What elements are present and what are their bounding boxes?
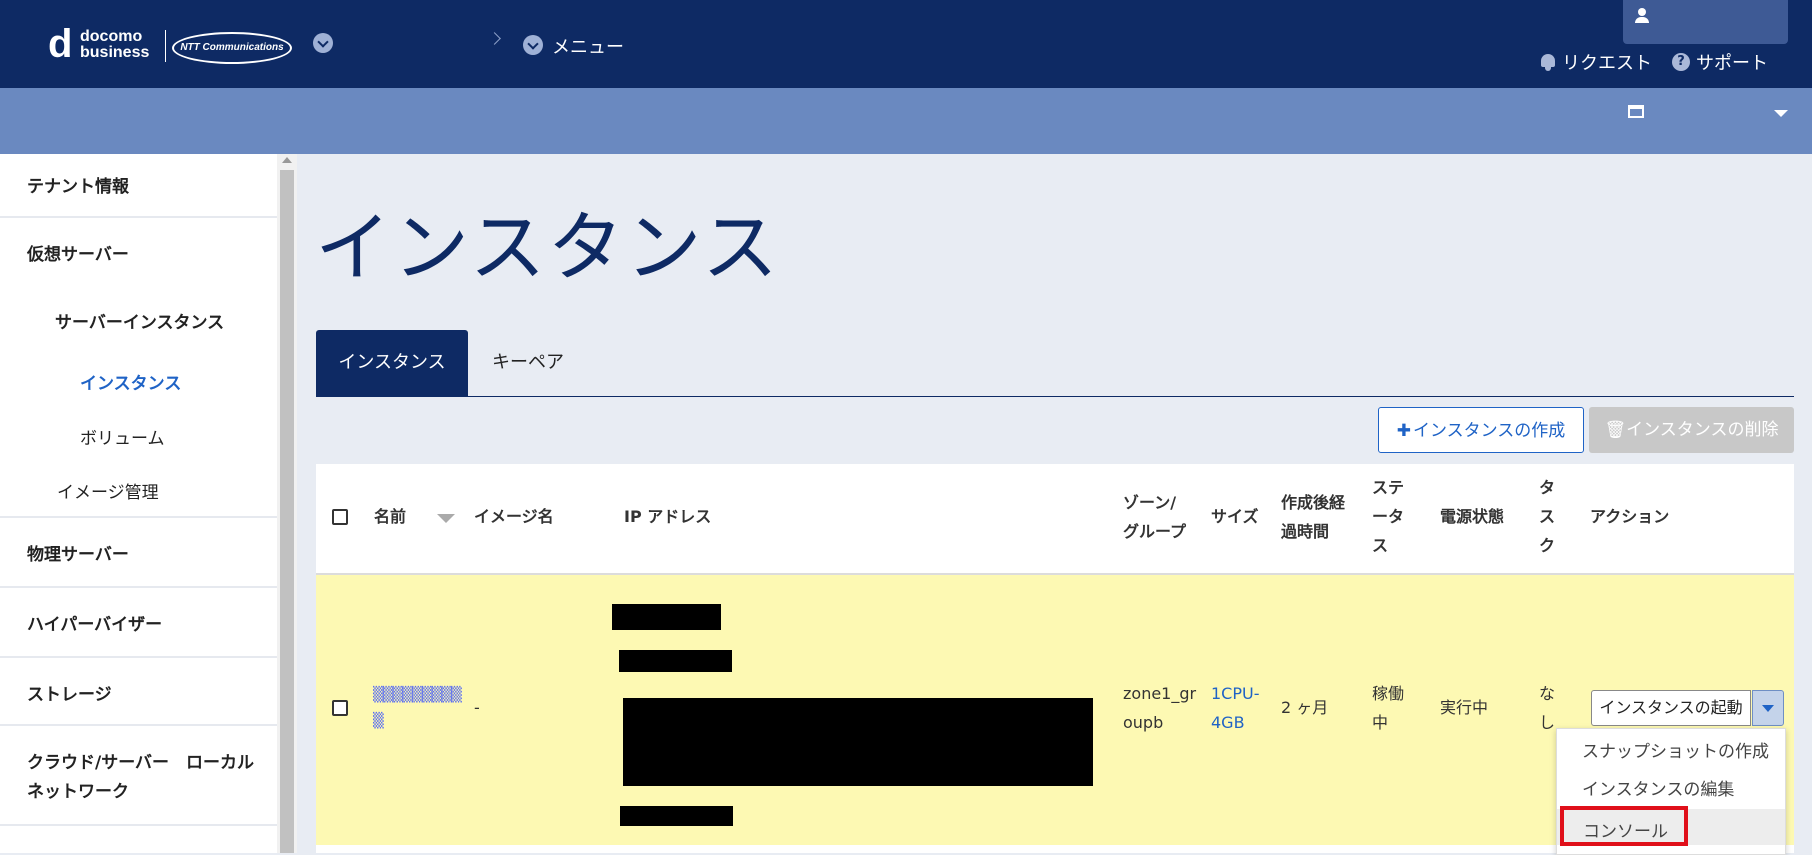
logo-divider bbox=[165, 30, 166, 62]
sidebar-item-cloud-local-network[interactable]: クラウド/サーバー ローカル ネットワーク bbox=[0, 726, 277, 824]
column-header-task-line3[interactable]: ク bbox=[1539, 531, 1555, 561]
cell-task-line1: な bbox=[1539, 684, 1556, 703]
cell-zone-line2: oupb bbox=[1123, 713, 1164, 732]
sidebar-item-instance[interactable]: インスタンス bbox=[0, 344, 277, 398]
column-header-name[interactable]: 名前 bbox=[374, 502, 406, 532]
sidebar-divider bbox=[0, 824, 277, 826]
menu-item-label: スナップショットの作成 bbox=[1582, 742, 1769, 762]
help-icon: ? bbox=[1672, 53, 1690, 71]
sidebar-item-hypervisor[interactable]: ハイパーバイザー bbox=[0, 588, 277, 654]
sidebar-item-label: 仮想サーバー bbox=[27, 245, 129, 265]
request-label: リクエスト bbox=[1562, 53, 1652, 74]
cell-status-line1: 稼働 bbox=[1372, 684, 1405, 703]
sort-down-icon[interactable] bbox=[437, 514, 455, 523]
top-navigation-bar: d docomo business NTT Communications メニュ… bbox=[0, 0, 1812, 88]
bell-icon bbox=[1540, 53, 1556, 71]
support-label: サポート bbox=[1696, 53, 1768, 74]
sidebar-item-label: サーバーインスタンス bbox=[55, 313, 225, 333]
sidebar-scroll-thumb[interactable] bbox=[280, 170, 294, 853]
sidebar-item-label: ネットワーク bbox=[27, 782, 129, 802]
column-header-zone-line2[interactable]: グループ bbox=[1123, 517, 1186, 547]
column-header-elapsed-line2[interactable]: 過時間 bbox=[1281, 517, 1329, 547]
sidebar-item-tenant[interactable]: テナント情報 bbox=[0, 154, 277, 216]
sidebar-item-label: イメージ管理 bbox=[57, 483, 159, 503]
column-header-ip[interactable]: IP アドレス bbox=[624, 502, 711, 532]
plus-icon: ✚ bbox=[1396, 421, 1411, 441]
docomo-d-mark: d bbox=[48, 22, 73, 66]
cell-size-link-line2[interactable]: 4GB bbox=[1211, 708, 1245, 738]
sidebar-item-volume[interactable]: ボリューム bbox=[0, 400, 277, 454]
sidebar-item-physical-server[interactable]: 物理サーバー bbox=[0, 518, 277, 584]
cell-status-line2: 中 bbox=[1372, 713, 1389, 732]
sidebar-item-label: 物理サーバー bbox=[27, 545, 129, 565]
user-icon bbox=[1635, 8, 1649, 24]
secondary-bar bbox=[0, 88, 1812, 154]
menu-item-label: インスタンスの編集 bbox=[1582, 780, 1735, 800]
scroll-up-arrow-icon[interactable] bbox=[282, 157, 292, 163]
sidebar-item-virtual-server[interactable]: 仮想サーバー bbox=[0, 218, 277, 282]
redacted-ip bbox=[619, 650, 732, 672]
column-header-size[interactable]: サイズ bbox=[1211, 502, 1259, 532]
column-header-status-line3[interactable]: ス bbox=[1372, 531, 1388, 561]
caret-down-icon[interactable] bbox=[1774, 110, 1788, 117]
menu-chevron-down-icon[interactable] bbox=[523, 35, 543, 55]
support-link[interactable]: ? サポート bbox=[1672, 49, 1768, 75]
breadcrumb-separator-icon bbox=[488, 32, 501, 45]
redacted-ip bbox=[612, 604, 721, 630]
column-header-task-line2[interactable]: ス bbox=[1539, 502, 1555, 532]
column-header-elapsed-line1[interactable]: 作成後経 bbox=[1281, 488, 1345, 518]
sidebar-item-server-instance[interactable]: サーバーインスタンス bbox=[0, 284, 277, 340]
tab-instance[interactable]: インスタンス bbox=[316, 330, 468, 396]
column-header-task-line1[interactable]: タ bbox=[1539, 473, 1555, 503]
cell-task-line2: し bbox=[1539, 713, 1556, 732]
action-dropdown-toggle[interactable] bbox=[1752, 690, 1784, 726]
menu-item-create-snapshot[interactable]: スナップショットの作成 bbox=[1557, 729, 1785, 765]
cell-zone-line1: zone1_gr bbox=[1123, 684, 1197, 703]
redacted-ip bbox=[623, 698, 1093, 786]
ntt-communications-logo: NTT Communications bbox=[172, 32, 292, 64]
delete-instance-button[interactable]: 🗑インスタンスの削除 bbox=[1589, 407, 1794, 453]
column-header-image[interactable]: イメージ名 bbox=[474, 502, 554, 532]
sidebar-item-label: クラウド/サーバー ローカル bbox=[27, 753, 255, 773]
redacted-ip bbox=[620, 806, 733, 826]
sidebar-item-storage[interactable]: ストレージ bbox=[0, 658, 277, 724]
trash-icon: 🗑 bbox=[1604, 420, 1627, 440]
tab-underline bbox=[316, 396, 1794, 397]
page-title: インスタンス bbox=[315, 203, 780, 292]
create-instance-label: インスタンスの作成 bbox=[1412, 421, 1566, 441]
sidebar-item-image-management[interactable]: イメージ管理 bbox=[0, 454, 277, 508]
column-header-power[interactable]: 電源状態 bbox=[1440, 502, 1504, 532]
cell-elapsed: 2 ヶ月 bbox=[1281, 698, 1329, 717]
console-highlight-box bbox=[1560, 806, 1688, 846]
column-header-status-line2[interactable]: ータ bbox=[1372, 502, 1404, 532]
cell-size-link[interactable]: 1CPU- bbox=[1211, 679, 1259, 709]
user-account-button[interactable] bbox=[1623, 0, 1788, 44]
delete-instance-label: インスタンスの削除 bbox=[1626, 420, 1779, 440]
select-all-checkbox[interactable] bbox=[332, 509, 348, 525]
create-instance-button[interactable]: ✚ インスタンスの作成 bbox=[1378, 407, 1584, 453]
sidebar: テナント情報 仮想サーバー サーバーインスタンス インスタンス ボリューム イメ… bbox=[0, 154, 277, 853]
menu-dropdown[interactable]: メニュー bbox=[552, 33, 624, 59]
chevron-down-icon[interactable] bbox=[313, 33, 333, 53]
cell-power: 実行中 bbox=[1440, 698, 1489, 717]
sidebar-item-label: テナント情報 bbox=[27, 177, 129, 197]
start-instance-button[interactable]: インスタンスの起動 bbox=[1591, 690, 1751, 726]
brand-line2: business bbox=[80, 44, 150, 61]
sidebar-item-label: インスタンス bbox=[80, 374, 182, 394]
sidebar-item-label: ストレージ bbox=[27, 685, 112, 705]
request-link[interactable]: リクエスト bbox=[1540, 49, 1652, 75]
column-header-zone-line1[interactable]: ゾーン/ bbox=[1123, 488, 1176, 518]
cell-image: - bbox=[474, 698, 480, 717]
menu-item-edit-instance[interactable]: インスタンスの編集 bbox=[1557, 767, 1785, 803]
instance-name-link[interactable]: ▒▒▒▒▒▒▒▒▒ ▒ bbox=[373, 682, 462, 734]
calendar-icon[interactable] bbox=[1628, 105, 1644, 118]
column-header-status-line1[interactable]: ステ bbox=[1372, 473, 1404, 503]
row-checkbox[interactable] bbox=[332, 700, 348, 716]
sidebar-item-label: ボリューム bbox=[80, 429, 165, 449]
column-header-action: アクション bbox=[1590, 507, 1670, 526]
tab-keypair[interactable]: キーペア bbox=[472, 330, 584, 396]
sidebar-item-label: ハイパーバイザー bbox=[27, 615, 163, 635]
